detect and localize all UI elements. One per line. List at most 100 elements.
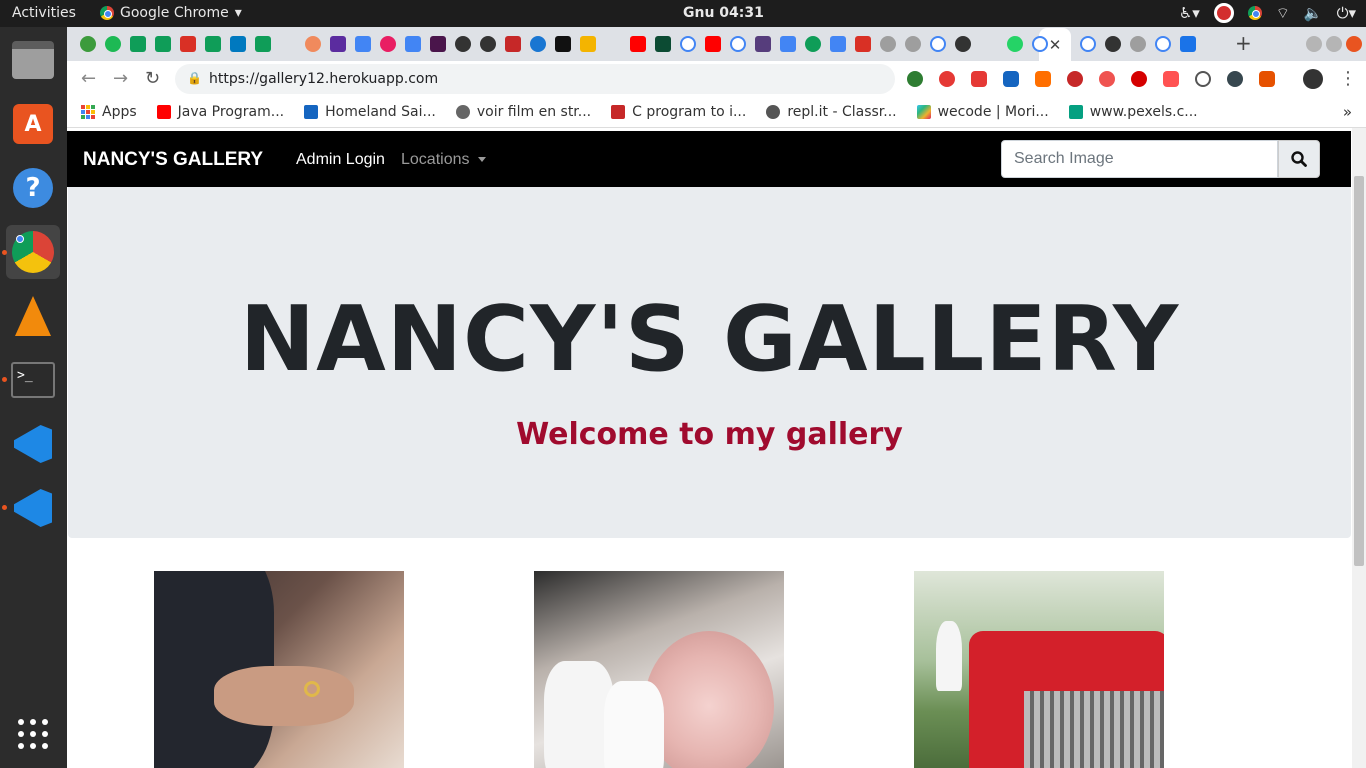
tab-favicon[interactable]	[505, 36, 521, 52]
extension-icon[interactable]	[1035, 71, 1051, 87]
bookmark-item[interactable]: voir film en str...	[455, 104, 591, 120]
tab-favicon[interactable]	[1130, 36, 1146, 52]
bookmark-apps[interactable]: Apps	[81, 104, 137, 120]
tab-favicon[interactable]	[380, 36, 396, 52]
tab-favicon[interactable]	[580, 36, 596, 52]
gallery-image-car[interactable]	[914, 571, 1164, 768]
scrollbar-thumb[interactable]	[1354, 176, 1364, 566]
tab-favicon[interactable]	[180, 36, 196, 52]
bootstrap-icon[interactable]	[755, 36, 771, 52]
bookmark-item[interactable]: www.pexels.c...	[1068, 104, 1198, 120]
tab-favicon[interactable]	[330, 36, 346, 52]
more-bookmarks-icon[interactable]: »	[1343, 103, 1352, 121]
download-icon[interactable]	[1259, 71, 1275, 87]
navbar-brand[interactable]: NANCY'S GALLERY	[83, 149, 263, 171]
chrome-tray-icon[interactable]	[1247, 6, 1262, 20]
tab-favicon[interactable]	[205, 36, 221, 52]
gallery-image-ring[interactable]	[154, 571, 404, 768]
tab-favicon[interactable]	[805, 36, 821, 52]
extension-icon[interactable]	[1227, 71, 1243, 87]
medium-icon[interactable]	[555, 36, 571, 52]
wifi-icon[interactable]: ⌔	[1276, 4, 1290, 23]
app-menu[interactable]: Google Chrome ▾	[100, 5, 242, 21]
tab-favicon[interactable]	[430, 36, 446, 52]
github-icon[interactable]	[480, 36, 496, 52]
page-scrollbar[interactable]	[1352, 128, 1366, 768]
google-icon[interactable]	[930, 36, 946, 52]
tab-favicon[interactable]	[130, 36, 146, 52]
youtube-icon[interactable]	[705, 36, 721, 52]
bookmark-item[interactable]: C program to i...	[611, 104, 746, 120]
activities-button[interactable]: Activities	[12, 5, 76, 21]
show-applications-icon[interactable]	[6, 707, 60, 761]
django-icon[interactable]	[655, 36, 671, 52]
extension-icon[interactable]	[1003, 71, 1019, 87]
reload-icon[interactable]: ↻	[145, 68, 160, 89]
system-tray[interactable]: ♿▾ ⌔ 🔈 ⏻▾	[1179, 3, 1356, 23]
tab-favicon[interactable]	[105, 36, 121, 52]
clock[interactable]: Gnu 04:31	[683, 5, 764, 21]
vscode-insiders-icon[interactable]	[6, 481, 60, 535]
accessibility-icon[interactable]: ♿▾	[1179, 4, 1200, 22]
tab-favicon[interactable]	[530, 36, 546, 52]
google-icon[interactable]	[1032, 36, 1048, 52]
tab-favicon[interactable]	[830, 36, 846, 52]
power-icon[interactable]: ⏻▾	[1337, 4, 1356, 22]
address-bar[interactable]: 🔒 https://gallery12.herokuapp.com ☆	[175, 64, 986, 94]
adblock-icon[interactable]	[1067, 71, 1083, 87]
extension-icon[interactable]	[1099, 71, 1115, 87]
menu-icon[interactable]: ⋮	[1339, 68, 1357, 89]
admin-login-link[interactable]: Admin Login	[296, 151, 385, 169]
extension-icon[interactable]	[939, 71, 955, 87]
tab-favicon[interactable]	[355, 36, 371, 52]
download-icon[interactable]	[1180, 36, 1196, 52]
back-icon[interactable]: ←	[81, 68, 96, 89]
profile-avatar[interactable]	[1303, 69, 1323, 89]
tab-favicon[interactable]	[405, 36, 421, 52]
google-icon[interactable]	[1155, 36, 1171, 52]
tab-favicon[interactable]	[880, 36, 896, 52]
locations-dropdown[interactable]: Locations	[401, 151, 486, 169]
github-icon[interactable]	[955, 36, 971, 52]
tab-favicon[interactable]	[780, 36, 796, 52]
forward-icon[interactable]: →	[113, 68, 128, 89]
close-icon[interactable]: ✕	[1049, 36, 1062, 54]
extension-icon[interactable]	[907, 71, 923, 87]
help-icon[interactable]: ?	[6, 161, 60, 215]
youtube-icon[interactable]	[630, 36, 646, 52]
whatsapp-icon[interactable]	[1007, 36, 1023, 52]
url-text[interactable]: https://gallery12.herokuapp.com	[209, 71, 438, 87]
chrome-dock-icon[interactable]	[6, 225, 60, 279]
maximize-icon[interactable]	[1326, 36, 1342, 52]
extension-icon[interactable]	[1131, 71, 1147, 87]
software-center-icon[interactable]: A	[6, 97, 60, 151]
tab-favicon[interactable]	[255, 36, 271, 52]
extension-icon[interactable]	[1163, 71, 1179, 87]
bookmark-item[interactable]: Homeland Sai...	[304, 104, 436, 120]
gallery-image-bouquet[interactable]	[534, 571, 784, 768]
tab-favicon[interactable]	[905, 36, 921, 52]
vscode-icon[interactable]	[6, 417, 60, 471]
github-icon[interactable]	[455, 36, 471, 52]
terminal-icon[interactable]: >_	[6, 353, 60, 407]
lock-icon[interactable]: 🔒	[187, 71, 202, 85]
tab-favicon[interactable]	[155, 36, 171, 52]
volume-icon[interactable]: 🔈	[1304, 4, 1323, 22]
bookmark-item[interactable]: repl.it - Classr...	[766, 104, 897, 120]
do-not-disturb-icon[interactable]	[1213, 3, 1234, 23]
bookmark-item[interactable]: wecode | Mori...	[916, 104, 1049, 120]
new-tab-button[interactable]: +	[1235, 31, 1252, 55]
gmail-icon[interactable]	[855, 36, 871, 52]
window-close-icon[interactable]	[1346, 36, 1362, 52]
minimize-icon[interactable]	[1306, 36, 1322, 52]
tab-favicon[interactable]	[230, 36, 246, 52]
google-icon[interactable]	[1080, 36, 1096, 52]
google-icon[interactable]	[680, 36, 696, 52]
vlc-icon[interactable]	[6, 289, 60, 343]
extension-icon[interactable]	[971, 71, 987, 87]
search-input[interactable]	[1001, 140, 1278, 178]
google-icon[interactable]	[730, 36, 746, 52]
tab-favicon[interactable]	[80, 36, 96, 52]
search-button[interactable]	[1278, 140, 1320, 178]
bookmark-item[interactable]: Java Program...	[156, 104, 284, 120]
